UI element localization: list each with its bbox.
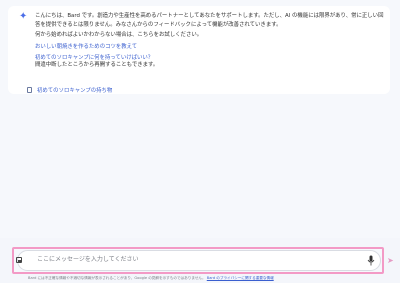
bard-message: こんにちは、Bard です。創造力や生産性を高めるパートナーとしてあなたをサポー… (35, 12, 385, 69)
suggestion-link-1[interactable]: おいしい朝焼きを作るためのコツを教えて (35, 44, 385, 50)
draft-link[interactable]: 初めてのソロキャンプの持ち物 (27, 86, 112, 94)
chat-area: ✦ こんにちは、Bard です。創造力や生産性を高めるパートナーとしてあなたをサ… (0, 0, 400, 238)
disclaimer-text: Bard には不正確な情報や不適切な情報が表示されることがあり、Google の… (28, 276, 206, 280)
sparkle-icon: ✦ (19, 11, 28, 22)
send-icon[interactable]: ➤ (387, 257, 395, 265)
microphone-icon[interactable] (367, 255, 375, 266)
prompt-hint: 何から始めればよいかわからない場合は、こちらをお試しください。 (35, 32, 203, 38)
intro-text: こんにちは、Bard です。創造力や生産性を高めるパートナーとしてあなたをサポー… (35, 13, 384, 28)
bard-message-card: ✦ こんにちは、Bard です。創造力や生産性を高めるパートナーとしてあなたをサ… (8, 6, 390, 94)
message-input[interactable]: ここにメッセージを入力してください (37, 256, 139, 264)
resume-text: 間違中断したところから再開することもできます。 (35, 61, 159, 68)
image-upload-icon[interactable] (16, 257, 22, 263)
draft-link-label: 初めてのソロキャンプの持ち物 (37, 88, 113, 94)
document-icon (27, 87, 32, 93)
footer-disclaimer: Bard には不正確な情報や不適切な情報が表示されることがあり、Google の… (28, 276, 378, 281)
privacy-link[interactable]: Bard のプライバシーに関する重要な情報 (207, 276, 274, 280)
